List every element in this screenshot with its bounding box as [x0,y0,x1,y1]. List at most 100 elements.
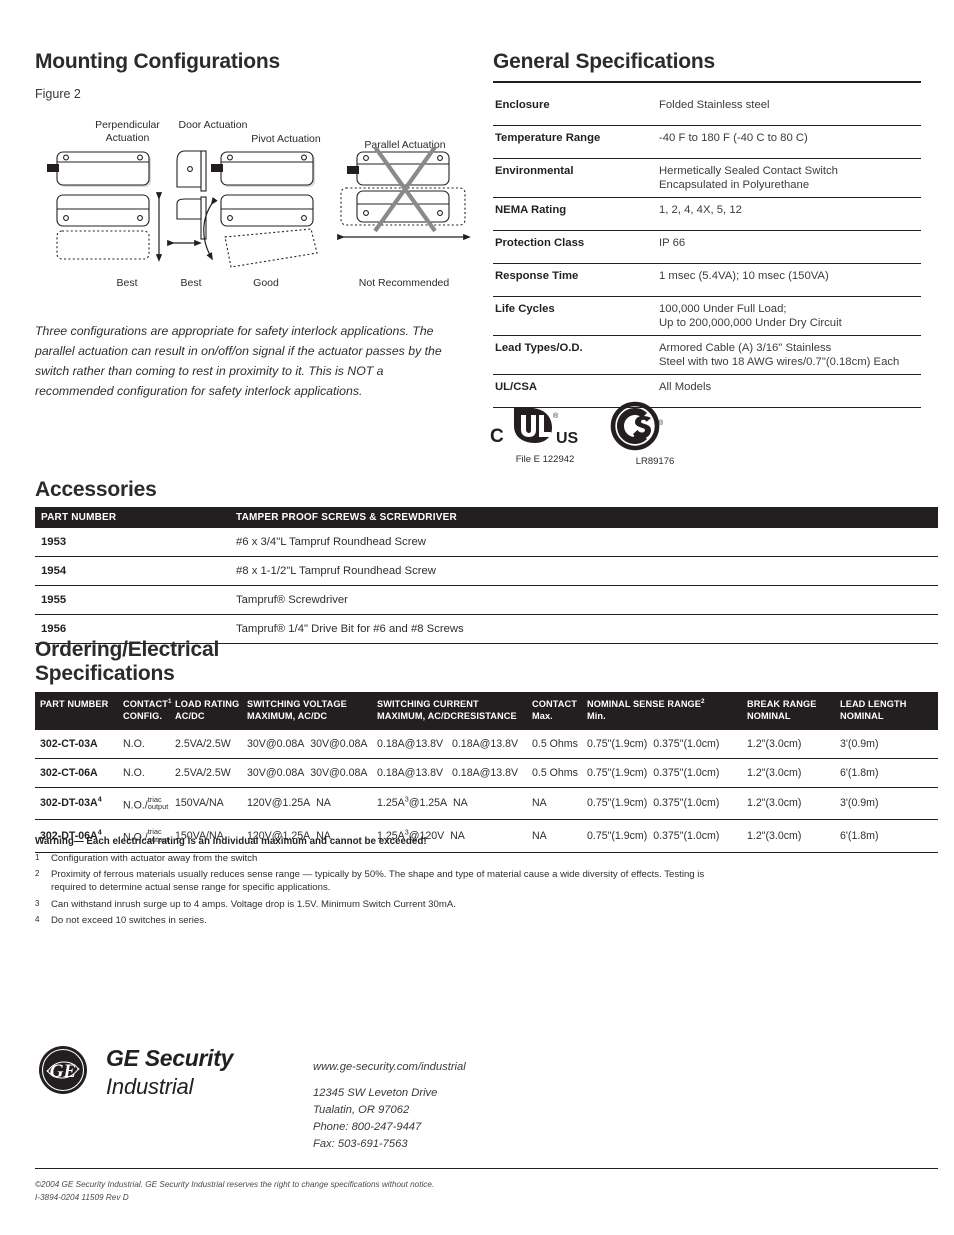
figure-label: Figure 2 [35,87,81,101]
col-load-rating: LOAD RATING AC/DC [175,692,247,730]
ge-security-wordmark: GE Security Industrial [106,1045,233,1100]
part-number-text: 302-DT-03A [40,797,98,810]
spec-value: Folded Stainless steel [659,99,770,111]
col-line2: Max. [532,711,553,722]
part-footnote-ref: 4 [97,794,102,804]
diagram-rating-door: Best [180,277,202,289]
brand-line2: Industrial [106,1074,194,1099]
part-number-text: 302-CT-06A [40,766,98,779]
cell-contact-max: NA [532,787,587,821]
part-number-text: 302-CT-03A [40,737,98,750]
spec-key: Enclosure [495,99,550,111]
ul-file-number: File E 122942 [515,454,575,465]
col-footnote-ref: 2 [701,698,705,706]
accessory-part: 1953 [35,528,230,557]
ul-listed-icon: C ® US [490,407,579,447]
cell-load-rating: 2.5VA/2.5W [175,729,247,759]
col-line2: MAXIMUM, AC/DCRESISTANCE [377,711,517,722]
voltage-b: 30V@0.08A [310,737,368,750]
address-line2: Tualatin, OR 97062 [313,1104,410,1117]
footnote-number: 2 [35,869,40,879]
datasheet-page: Mounting Configurations Figure 2 Perpend… [0,0,954,1235]
accessory-part: 1954 [35,556,230,586]
col-line2: MAXIMUM, AC/DC [247,711,328,722]
cell-contact-config: N.O. [123,729,175,759]
col-tamper-proof: TAMPER PROOF SCREWS & SCREWDRIVER [230,507,938,528]
spec-value: 1 msec (5.4VA); 10 msec (150VA) [659,270,829,282]
cell-contact-max: 0.5 Ohms [532,758,587,788]
cell-part-number: 302-DT-03A4 [35,787,123,821]
ordering-heading: Ordering/Electrical Specifications [35,638,938,686]
diagram-rating-parallel: Not Recommended [358,277,450,289]
spec-row: Environmental Hermetically Sealed Contact… [493,159,921,180]
spec-key: Lead Types/O.D. [495,342,583,354]
csa-certified-icon: ® [610,401,664,451]
website-url[interactable]: www.ge-security.com/industrial [313,1059,466,1076]
mounting-heading: Mounting Configurations [35,50,281,73]
copyright-block: ©2004 GE Security Industrial. GE Securit… [35,1178,434,1205]
sense-nominal: 0.75"(1.9cm) [587,797,648,810]
spec-value: 100,000 Under Full Load; [659,303,787,315]
general-specifications-section: General Specifications Enclosure Folded S… [493,50,921,408]
mounting-diagram-graphic [47,147,471,268]
page-footer: GE GE Security Industrial www.ge-securit… [38,1045,918,1150]
accessory-desc: #8 x 1-1/2"L Tampruf Roundhead Screw [230,556,938,586]
col-line1: LOAD RATING [175,699,240,710]
spec-value: Encapsulated in Polyurethane [659,179,921,198]
cell-sense-range: 0.75"(1.9cm) 0.375"(1.0cm) [587,787,747,821]
general-specs-table: Enclosure Folded Stainless steel Temperat… [493,93,921,408]
footnote-item: 1 Configuration with actuator away from … [35,852,735,865]
document-revision: I-3894-0204 11509 Rev D [35,1193,129,1203]
spec-value: All Models [659,381,712,393]
certification-marks: C ® US ® File E 122942 LR89176 [490,398,690,474]
svg-text:US: US [556,430,579,447]
spec-row: Steel with two 18 AWG wires/0.7"(0.18cm)… [493,356,921,375]
col-footnote-ref: 1 [167,698,172,706]
spec-value: Steel with two 18 AWG wires/0.7"(0.18cm)… [659,356,921,375]
spec-row [493,284,921,297]
cell-lead-length: 3'(0.9m) [840,787,938,821]
config-text: N.O. [123,737,145,750]
mounting-diagram: Perpendicular Actuation Door Actuation P… [35,119,475,304]
spec-row: Enclosure Folded Stainless steel [493,93,921,113]
table-row: 1954 #8 x 1-1/2"L Tampruf Roundhead Screw [35,556,938,586]
current-a: 0.18A@13.8V [377,766,444,779]
col-line1: LEAD LENGTH [840,699,907,710]
voltage-b: NA [316,797,331,810]
current-a: 1.25A [377,797,405,810]
footnote-text: Do not exceed 10 switches in series. [51,914,207,926]
cell-sense-range: 0.75"(1.9cm) 0.375"(1.0cm) [587,729,747,759]
spec-row: Protection Class IP 66 [493,231,921,252]
spec-value: 1, 2, 4, 4X, 5, 12 [659,204,742,216]
spec-key: Temperature Range [495,132,601,144]
spec-value: IP 66 [659,237,686,249]
table-row: 1953 #6 x 3/4"L Tampruf Roundhead Screw [35,528,938,557]
accessory-part: 1955 [35,585,230,615]
spec-row [493,218,921,231]
col-nominal-sense-range: NOMINAL SENSE RANGE2 Min. [587,692,747,730]
spec-key: Environmental [495,165,574,177]
address-line1: 12345 SW Leveton Drive [313,1087,438,1100]
cell-sense-range: 0.75"(1.9cm) 0.375"(1.0cm) [587,758,747,788]
spec-value: Hermetically Sealed Contact Switch [659,165,838,177]
cell-lead-length: 6'(1.8m) [840,819,938,853]
mounting-note: Three configurations are appropriate for… [35,324,442,398]
spec-row: Temperature Range -40 F to 180 F (-40 C t… [493,126,921,147]
current-a-tail: @1.25A [408,797,448,810]
mounting-configurations-section: Mounting Configurations Figure 2 Perpend… [35,50,475,402]
col-lead-length: LEAD LENGTH NOMINAL [840,692,938,730]
spec-row: Life Cycles 100,000 Under Full Load; [493,297,921,318]
svg-text:®: ® [553,412,559,420]
col-line1: PART NUMBER [40,699,109,710]
sense-nominal: 0.75"(1.9cm) [587,766,648,779]
svg-text:C: C [490,426,504,447]
current-b: 0.18A@13.8V [451,737,519,750]
col-line1: CONTACT [123,699,168,710]
spec-row: Encapsulated in Polyurethane [493,179,921,198]
cell-switching-current: 1.25A3@1.25A NA [377,787,532,821]
spec-row: Up to 200,000,000 Under Dry Circuit [493,317,921,336]
cell-break-range: 1.2"(3.0cm) [747,787,840,821]
col-break-range: BREAK RANGE NOMINAL [747,692,840,730]
cell-break-range: 1.2"(3.0cm) [747,819,840,853]
sense-nominal: 0.75"(1.9cm) [587,737,648,750]
